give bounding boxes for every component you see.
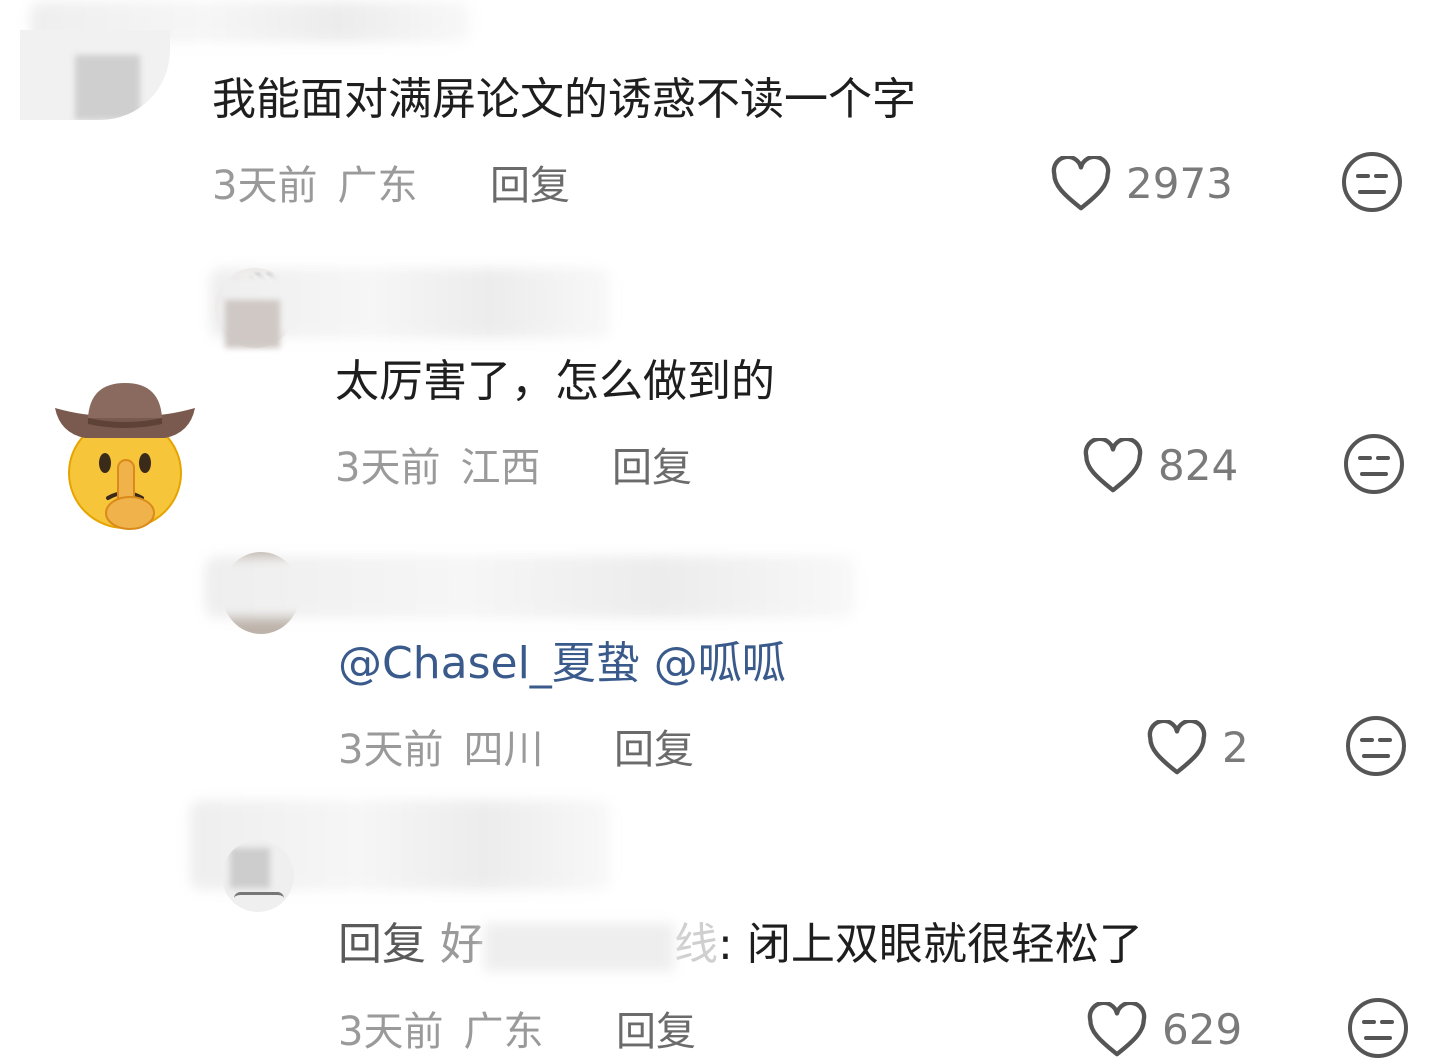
heart-outline-icon xyxy=(1086,1002,1148,1058)
like-count: 629 xyxy=(1162,1005,1243,1054)
comment-text: @Chasel_夏蛰 @呱呱 xyxy=(338,634,786,694)
reply-target-end: 线 xyxy=(674,919,718,970)
comment-meta: 3天前 四川 xyxy=(338,722,543,778)
meh-face-icon xyxy=(1340,152,1404,218)
comment-meta: 3天前 江西 xyxy=(335,440,540,496)
meh-face-icon xyxy=(1344,716,1408,782)
reply-prefix: 回复 xyxy=(338,919,426,970)
comment-time: 3天前 xyxy=(338,1009,444,1055)
reply-button[interactable]: 回复 xyxy=(612,440,692,496)
reply-separator: : xyxy=(718,919,733,970)
dislike-button[interactable] xyxy=(1344,714,1408,778)
meh-face-icon xyxy=(1342,434,1406,500)
comment-time: 3天前 xyxy=(335,445,441,491)
like-button[interactable]: 629 xyxy=(1086,1002,1242,1058)
comment-text: 我能面对满屏论文的诱惑不读一个字 xyxy=(212,74,916,125)
comment-location: 广东 xyxy=(337,163,418,209)
avatar[interactable] xyxy=(20,30,170,120)
reply-target-start: 好 xyxy=(440,919,484,970)
comment-location: 四川 xyxy=(463,727,544,773)
reply-button[interactable]: 回复 xyxy=(616,1004,696,1060)
reply-button[interactable]: 回复 xyxy=(614,722,694,778)
reply-target-blurred xyxy=(484,923,674,971)
like-button[interactable]: 2 xyxy=(1146,720,1249,776)
comment-text: 太厉害了，怎么做到的 xyxy=(335,356,775,407)
comment-meta: 3天前 广东 xyxy=(212,158,417,214)
heart-outline-icon xyxy=(1146,720,1208,776)
like-count: 2973 xyxy=(1126,159,1233,208)
like-count: 2 xyxy=(1222,723,1249,772)
mention-link[interactable]: @Chasel_夏蛰 xyxy=(338,638,640,689)
heart-outline-icon xyxy=(1050,156,1112,212)
dislike-button[interactable] xyxy=(1346,996,1410,1060)
reply-body: 闭上双眼就很轻松了 xyxy=(746,919,1143,970)
comment-time: 3天前 xyxy=(338,727,444,773)
dislike-button[interactable] xyxy=(1340,150,1404,214)
comment-location: 广东 xyxy=(463,1009,544,1055)
mention-link[interactable]: @呱呱 xyxy=(654,638,786,689)
reply-button[interactable]: 回复 xyxy=(490,158,570,214)
dislike-button[interactable] xyxy=(1342,432,1406,496)
reply-target-name[interactable]: 好线 xyxy=(440,919,718,971)
comment-time: 3天前 xyxy=(212,163,318,209)
like-count: 824 xyxy=(1158,441,1239,490)
comment-meta: 3天前 广东 xyxy=(338,1004,543,1060)
comment-text: 回复 好线: 闭上双眼就很轻松了 xyxy=(338,915,1143,975)
avatar-pixelated xyxy=(225,300,280,348)
cowboy-shush-emoji xyxy=(50,378,200,533)
meh-face-icon xyxy=(1346,998,1410,1064)
comment-location: 江西 xyxy=(460,445,541,491)
like-button[interactable]: 2973 xyxy=(1050,156,1233,212)
username-blurred xyxy=(205,556,855,618)
heart-outline-icon xyxy=(1082,438,1144,494)
avatar[interactable] xyxy=(222,840,294,912)
like-button[interactable]: 824 xyxy=(1082,438,1238,494)
